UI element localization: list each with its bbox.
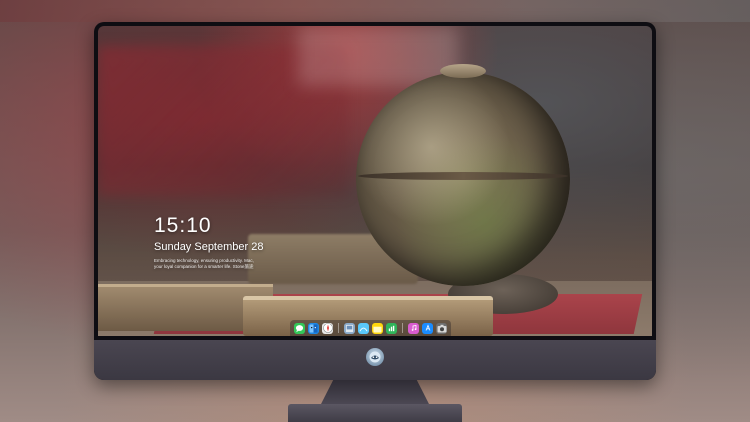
monitor-chin [94, 340, 656, 380]
clock-caption: Embracing technology, ensuring productiv… [154, 258, 274, 270]
clock-time: 15:10 [154, 214, 212, 237]
messages-icon[interactable] [294, 322, 305, 334]
background-blur [0, 0, 750, 22]
launchpad-icon[interactable] [358, 322, 369, 334]
lock-screen-clock: 15:10 Sunday September 28 Embracing tech… [154, 214, 274, 270]
preview-icon[interactable] [344, 322, 355, 334]
wallpaper-globe-cap [440, 64, 486, 78]
numbers-icon[interactable] [386, 322, 397, 334]
monitor: 15:10 Sunday September 28 Embracing tech… [94, 22, 656, 380]
caption-line-2: your loyal companion for a smarter life.… [154, 264, 254, 269]
monitor-stand-base [288, 404, 462, 422]
dock [290, 320, 451, 336]
brand-logo-icon [366, 348, 384, 366]
monitor-stand-neck [320, 380, 430, 406]
wallpaper-globe-band [358, 172, 568, 180]
clock-date: Sunday September 28 [154, 241, 264, 253]
safari-icon[interactable] [322, 322, 333, 334]
itunes-icon[interactable] [408, 322, 419, 334]
app-store-icon[interactable] [422, 322, 433, 334]
camera-icon[interactable] [436, 322, 447, 334]
notes-icon[interactable] [372, 322, 383, 334]
screen: 15:10 Sunday September 28 Embracing tech… [98, 26, 652, 336]
finder-icon[interactable] [308, 322, 319, 334]
dock-separator [402, 323, 403, 333]
dock-separator [338, 323, 339, 333]
